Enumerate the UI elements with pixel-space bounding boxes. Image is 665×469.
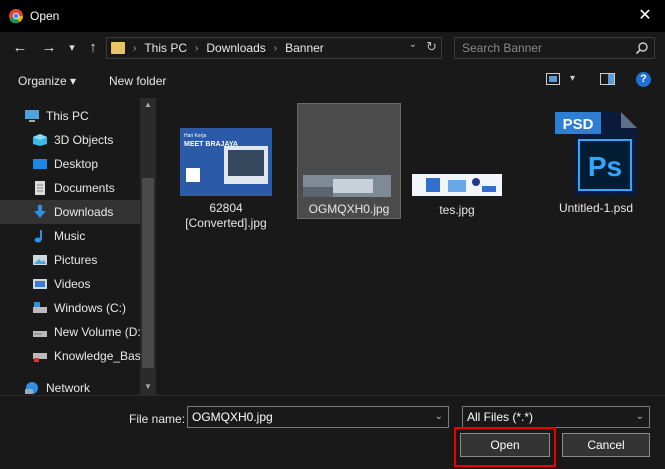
drive-icon <box>33 302 47 313</box>
file-item-ogmqxh0[interactable]: OGMQXH0.jpg <box>297 103 401 219</box>
network-drive-icon <box>33 353 47 362</box>
command-bar: Organize ▾ New folder <box>0 64 665 98</box>
sidebar-item-knowledge-base[interactable]: Knowledge_Base <box>0 344 140 368</box>
sidebar-item-3d-objects[interactable]: 3D Objects <box>0 128 140 152</box>
breadcrumb-separator: › <box>133 42 137 54</box>
drive-icon <box>33 331 47 337</box>
view-options-icon[interactable] <box>546 73 560 85</box>
file-type-select[interactable]: All Files (*.*) ⌄ <box>462 406 650 428</box>
forward-arrow-icon[interactable]: → <box>39 38 59 58</box>
search-icon[interactable] <box>635 41 649 55</box>
folder-icon <box>111 42 125 54</box>
file-name-input[interactable]: OGMQXH0.jpg ⌄ <box>187 406 449 428</box>
video-icon <box>33 279 47 289</box>
file-list: Hari Kerja MEET BRAJAYA 62804 [Converted… <box>160 98 665 395</box>
thumbnail-text: MEET BRAJAYA <box>184 141 238 148</box>
file-item-62804[interactable]: Hari Kerja MEET BRAJAYA 62804 [Converted… <box>174 128 278 231</box>
picture-icon <box>33 255 47 265</box>
sidebar-item-pictures[interactable]: Pictures <box>0 248 140 272</box>
back-arrow-icon[interactable]: ← <box>10 38 30 58</box>
address-bar[interactable]: › This PC › Downloads › Banner ⌄ ↻ <box>106 37 442 59</box>
chevron-down-icon[interactable]: ⌄ <box>435 407 443 427</box>
sidebar-item-label: Network <box>46 381 91 395</box>
desktop-icon <box>33 159 47 169</box>
image-thumbnail <box>412 174 502 196</box>
ps-logo-text: Ps <box>588 151 622 182</box>
file-name-label: Untitled-1.psd <box>558 201 634 215</box>
window-title: Open <box>30 9 60 23</box>
sidebar-item-label: Windows (C:) <box>54 301 127 315</box>
image-thumbnail <box>303 175 391 197</box>
sidebar-item-label: Desktop <box>54 157 99 171</box>
sidebar-item-documents[interactable]: Documents <box>0 176 140 200</box>
sidebar-item-videos[interactable]: Videos <box>0 272 140 296</box>
breadcrumb-downloads[interactable]: Downloads <box>206 41 265 55</box>
breadcrumb-separator: › <box>195 42 199 54</box>
sidebar-item-label: Pictures <box>54 253 98 267</box>
title-bar: Open ✕ <box>0 0 665 32</box>
recent-locations-icon[interactable]: ▾ <box>62 38 82 58</box>
thumbnail-text: Hari Kerja <box>184 133 206 139</box>
download-icon <box>34 205 46 218</box>
document-icon <box>35 181 45 195</box>
search-placeholder: Search Banner <box>462 41 543 55</box>
image-thumbnail: Hari Kerja MEET BRAJAYA <box>180 128 272 196</box>
file-name-value: OGMQXH0.jpg <box>192 410 273 424</box>
scrollbar-thumb[interactable] <box>142 178 154 368</box>
breadcrumb-separator: › <box>273 42 278 54</box>
navigation-scrollbar[interactable]: ▲ ▼ <box>140 98 156 395</box>
cancel-button[interactable]: Cancel <box>562 433 650 457</box>
music-icon <box>34 230 42 243</box>
file-name-label: [Converted].jpg <box>185 216 267 230</box>
new-folder-button[interactable]: New folder <box>109 74 166 88</box>
sidebar-item-downloads[interactable]: Downloads <box>0 200 140 224</box>
sidebar-item-windows-c[interactable]: Windows (C:) <box>0 296 140 320</box>
sidebar-item-label: Music <box>54 229 86 243</box>
sidebar-item-label: Downloads <box>54 205 114 219</box>
sidebar-item-this-pc[interactable]: This PC <box>0 104 140 128</box>
network-icon <box>25 382 38 394</box>
chevron-down-icon[interactable]: ⌄ <box>409 39 417 50</box>
help-icon[interactable]: ? <box>636 72 651 87</box>
sidebar-item-music[interactable]: Music <box>0 224 140 248</box>
chevron-down-icon[interactable]: ⌄ <box>636 407 644 427</box>
sidebar-item-label: New Volume (D: <box>54 325 140 339</box>
sidebar-item-label: Videos <box>54 277 91 291</box>
navigation-pane: This PC 3D Objects Desktop Documents Dow… <box>0 98 156 395</box>
file-name-label: OGMQXH0.jpg <box>308 202 390 216</box>
up-arrow-icon[interactable]: ↑ <box>83 38 103 58</box>
chrome-icon <box>9 9 23 24</box>
sidebar-item-network[interactable]: Network <box>0 376 140 395</box>
close-icon[interactable]: ✕ <box>635 6 655 26</box>
breadcrumb-this-pc[interactable]: This PC <box>144 41 187 55</box>
file-name-label: tes.jpg <box>439 203 475 217</box>
photoshop-file-icon: PSD Ps <box>555 112 637 196</box>
file-name-label: File name: <box>129 412 186 426</box>
file-name-label: 62804 <box>209 201 243 215</box>
preview-pane-icon[interactable] <box>600 73 615 85</box>
sidebar-item-new-volume-d[interactable]: New Volume (D: <box>0 320 140 344</box>
file-item-tes[interactable]: tes.jpg <box>405 174 509 218</box>
cube-icon <box>33 134 47 146</box>
scroll-down-icon[interactable]: ▼ <box>140 382 156 391</box>
view-dropdown-icon[interactable]: ▾ <box>570 73 575 84</box>
sidebar-item-label: Documents <box>54 181 115 195</box>
file-item-untitled-psd[interactable]: PSD Ps Untitled-1.psd <box>544 108 648 216</box>
organize-button[interactable]: Organize ▾ <box>18 74 76 88</box>
scroll-up-icon[interactable]: ▲ <box>140 100 156 109</box>
refresh-icon[interactable]: ↻ <box>426 39 437 55</box>
sidebar-item-label: 3D Objects <box>54 133 114 147</box>
open-button-highlight <box>454 427 556 467</box>
search-input[interactable]: Search Banner <box>454 37 655 59</box>
pc-icon <box>25 110 39 122</box>
sidebar-item-label: This PC <box>46 109 89 123</box>
breadcrumb-banner[interactable]: Banner <box>285 41 324 55</box>
sidebar-item-desktop[interactable]: Desktop <box>0 152 140 176</box>
sidebar-item-label: Knowledge_Base <box>54 349 140 363</box>
file-type-value: All Files (*.*) <box>467 410 534 424</box>
psd-badge-text: PSD <box>563 116 594 133</box>
